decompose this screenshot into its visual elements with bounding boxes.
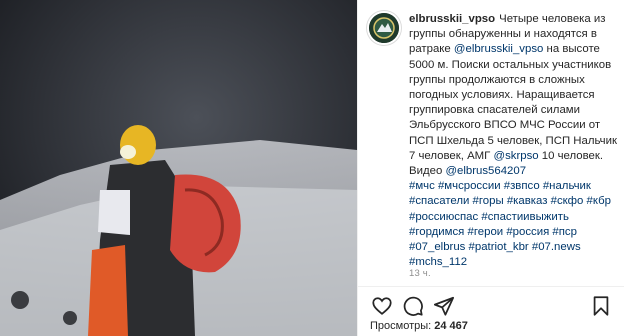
post-caption: elbrusskii_vpso Четыре человека из группы… [409,12,617,270]
hashtag-link[interactable]: #07.news [532,241,581,253]
emblem-icon [369,13,399,43]
hashtag-link[interactable]: #мчс [409,180,435,192]
comment-icon [403,296,423,316]
mention-link[interactable]: @skrpso [494,150,539,162]
hashtag-link[interactable]: #россия [506,226,549,238]
hashtag-link[interactable]: #россиюспас [409,211,478,223]
hashtag-link[interactable]: #07_elbrus [409,241,465,253]
views-count[interactable]: Просмотры: 24 467 [370,320,468,332]
hashtag-link[interactable]: #горы [473,195,504,207]
mention-link[interactable]: @elbrus564207 [445,165,526,177]
video-frame [0,0,357,336]
hashtag-link[interactable]: #мчсроссии [438,180,501,192]
hashtag-list: #мчс #мчсроссии #звпсо #нальчик #спасате… [409,179,617,270]
mention-link[interactable]: @elbrusskii_vpso [454,43,543,55]
hashtag-link[interactable]: #спастиивыжить [481,211,569,223]
hashtag-link[interactable]: #кавказ [507,195,548,207]
like-button[interactable] [371,295,393,317]
post-sidebar: elbrusskii_vpso Четыре человека из группы… [357,0,624,336]
hashtag-link[interactable]: #patriot_kbr [469,241,529,253]
hashtag-link[interactable]: #герои [468,226,504,238]
hashtag-link[interactable]: #гордимся [409,226,464,238]
views-number: 24 467 [434,320,468,332]
avatar[interactable] [367,11,401,45]
share-button[interactable] [433,295,455,317]
hashtag-link[interactable]: #спасатели [409,195,469,207]
bookmark-icon [593,296,609,316]
hashtag-link[interactable]: #звпсо [504,180,540,192]
heart-icon [372,297,392,315]
action-bar [358,286,624,317]
comment-button[interactable] [402,295,424,317]
hashtag-link[interactable]: #кбр [587,195,611,207]
hashtag-link[interactable]: #нальчик [543,180,591,192]
post-video[interactable] [0,0,357,336]
share-icon [433,296,455,316]
post-timestamp: 13 ч. [409,268,431,279]
save-button[interactable] [590,295,612,317]
hashtag-link[interactable]: #mchs_112 [409,256,467,268]
post-username[interactable]: elbrusskii_vpso [409,13,495,25]
hashtag-link[interactable]: #скфо [551,195,584,207]
caption-text: на высоте 5000 м. Поиски остальных участ… [409,43,617,162]
views-label: Просмотры: [370,320,432,332]
hashtag-link[interactable]: #пср [552,226,577,238]
